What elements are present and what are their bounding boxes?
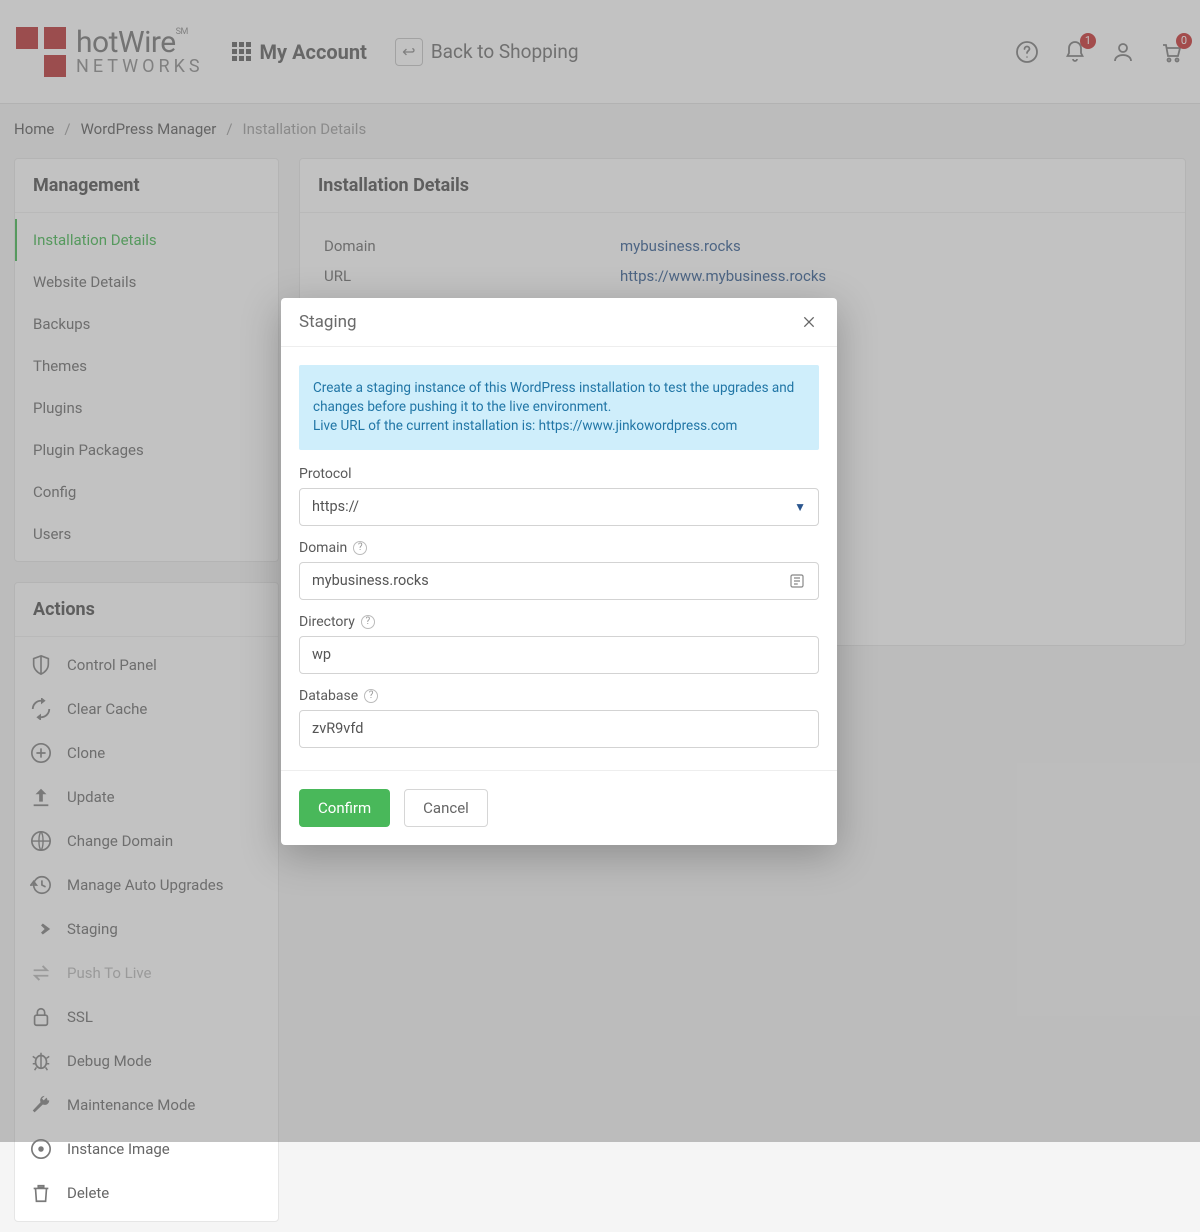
directory-input[interactable]: [312, 646, 806, 663]
trash-icon: [29, 1181, 53, 1205]
action-label: Delete: [67, 1184, 109, 1202]
domain-field: Domain ?: [299, 540, 819, 600]
database-field: Database ?: [299, 688, 819, 748]
cancel-button[interactable]: Cancel: [404, 789, 488, 827]
help-icon[interactable]: ?: [353, 541, 367, 555]
staging-info-box: Create a staging instance of this WordPr…: [299, 365, 819, 450]
help-icon[interactable]: ?: [364, 689, 378, 703]
domain-input-wrap: [299, 562, 819, 600]
directory-field: Directory ?: [299, 614, 819, 674]
protocol-value: https://: [312, 498, 359, 515]
help-icon[interactable]: ?: [361, 615, 375, 629]
modal-title: Staging: [299, 312, 357, 332]
action-delete[interactable]: Delete: [15, 1171, 278, 1215]
chevron-down-icon: ▼: [794, 500, 806, 514]
domain-label: Domain: [299, 540, 347, 556]
protocol-field: Protocol https:// ▼: [299, 466, 819, 526]
action-label: Instance Image: [67, 1140, 170, 1158]
domain-input[interactable]: [312, 572, 788, 589]
contact-card-icon[interactable]: [788, 572, 806, 590]
protocol-select[interactable]: https:// ▼: [299, 488, 819, 526]
info-line2: Live URL of the current installation is:…: [313, 417, 805, 436]
database-label: Database: [299, 688, 358, 704]
staging-modal: Staging Create a staging instance of thi…: [281, 298, 837, 845]
close-icon[interactable]: [799, 312, 819, 332]
protocol-label: Protocol: [299, 466, 819, 482]
database-input[interactable]: [312, 720, 806, 737]
confirm-button[interactable]: Confirm: [299, 789, 390, 827]
directory-label: Directory: [299, 614, 355, 630]
info-line1: Create a staging instance of this WordPr…: [313, 379, 805, 417]
